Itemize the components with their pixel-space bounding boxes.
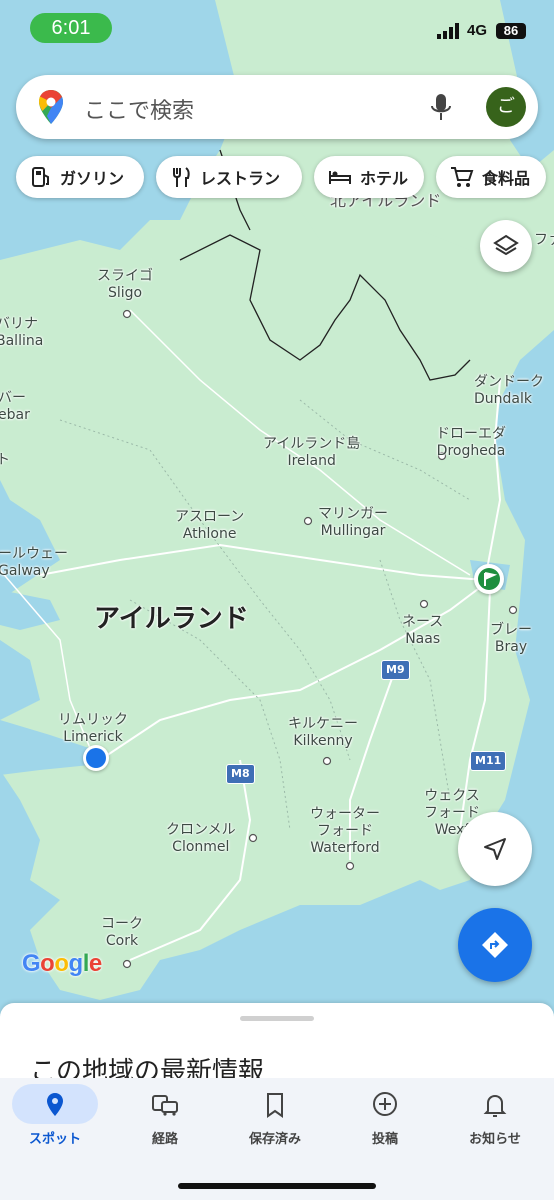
home-indicator[interactable]: [178, 1183, 376, 1189]
road-shield-m9: M9: [381, 660, 410, 680]
battery-icon: 86: [496, 23, 526, 39]
nav-item-saved[interactable]: 保存済み: [220, 1078, 330, 1158]
place-label-waterford[interactable]: ウォーター フォード Waterford: [310, 806, 380, 857]
place-label-mullingar[interactable]: マリンガー Mullingar: [318, 506, 388, 540]
chip-gas[interactable]: ガソリン: [16, 156, 144, 198]
grocery-cart-icon: [451, 167, 474, 187]
chip-label: 食料品: [482, 169, 531, 188]
restaurant-icon: [173, 167, 190, 187]
maps-pin-logo-icon: [39, 90, 63, 124]
bookmark-icon: [267, 1093, 283, 1118]
chip-label: レストラン: [200, 169, 281, 188]
place-label-kilkenny[interactable]: キルケニー Kilkenny: [288, 716, 358, 750]
place-label-athlone[interactable]: アスローン Athlone: [175, 509, 244, 543]
signal-icon: [437, 23, 459, 39]
place-label-ireland[interactable]: アイルランド島 Ireland: [263, 436, 360, 470]
place-label-drogheda[interactable]: ドローエダ Drogheda: [436, 426, 506, 460]
commute-icon: [152, 1095, 178, 1116]
status-time: 6:01: [30, 13, 112, 43]
directions-button[interactable]: [458, 908, 532, 982]
chip-label: ホテル: [360, 169, 409, 188]
search-bar[interactable]: ここで検索 ご: [16, 75, 538, 139]
navigation-arrow-icon: [484, 838, 506, 860]
place-label-ballina[interactable]: バリナ Ballina: [0, 316, 43, 350]
place-label-partial-east[interactable]: ファ: [534, 232, 554, 249]
status-bar: 6:01 4G 86: [0, 0, 554, 56]
nav-item-go[interactable]: 経路: [110, 1078, 220, 1158]
nav-item-contribute[interactable]: 投稿: [330, 1078, 440, 1158]
nav-label: 経路: [151, 1132, 178, 1147]
drag-handle[interactable]: [240, 1016, 314, 1021]
chip-hotel[interactable]: ホテル: [314, 156, 424, 198]
hotel-icon: [329, 171, 351, 184]
place-label-partial[interactable]: ト: [0, 452, 10, 469]
place-label-sligo[interactable]: スライゴ Sligo: [97, 268, 153, 302]
place-label-naas[interactable]: ネース Naas: [402, 614, 443, 648]
nav-label: お知らせ: [469, 1132, 521, 1147]
destination-flag-icon[interactable]: [474, 564, 504, 594]
chip-grocery[interactable]: 食料品: [436, 156, 546, 198]
place-label-clonmel[interactable]: クロンメル Clonmel: [166, 822, 236, 856]
layers-button[interactable]: [480, 220, 532, 272]
bell-icon: [483, 1094, 507, 1117]
directions-icon: [482, 932, 508, 958]
place-label-bray[interactable]: ブレー Bray: [490, 622, 532, 656]
add-circle-icon: [373, 1092, 397, 1116]
country-label: アイルランド: [94, 604, 249, 634]
road-shield-m11: M11: [470, 751, 507, 771]
place-label-castlebar[interactable]: バー ebar: [0, 390, 30, 424]
google-logo: Google: [22, 950, 102, 977]
place-label-limerick[interactable]: リムリック Limerick: [58, 712, 128, 746]
layers-icon: [493, 234, 519, 256]
network-type: 4G: [467, 22, 488, 39]
my-location-button[interactable]: [458, 812, 532, 886]
gas-station-icon: [32, 167, 49, 187]
nav-label: スポット: [28, 1132, 81, 1147]
bottom-navigation: スポット 経路 保存済み 投稿 お知らせ: [0, 1078, 554, 1200]
chip-label: ガソリン: [60, 169, 125, 188]
location-pin-icon: [47, 1093, 63, 1116]
search-input[interactable]: ここで検索: [84, 93, 194, 125]
road-shield-m8: M8: [226, 764, 255, 784]
avatar[interactable]: ご: [486, 87, 526, 127]
current-location-dot-icon: [83, 745, 109, 771]
nav-label: 保存済み: [248, 1132, 301, 1147]
place-label-galway[interactable]: ールウェー Galway: [0, 546, 68, 580]
nav-item-explore[interactable]: スポット: [0, 1078, 110, 1158]
microphone-icon[interactable]: [430, 93, 452, 123]
nav-label: 投稿: [371, 1132, 398, 1147]
place-label-cork[interactable]: コーク Cork: [101, 916, 143, 950]
chip-restaurant[interactable]: レストラン: [156, 156, 302, 198]
place-label-dundalk[interactable]: ダンドーク Dundalk: [474, 374, 544, 408]
nav-item-updates[interactable]: お知らせ: [440, 1078, 550, 1158]
